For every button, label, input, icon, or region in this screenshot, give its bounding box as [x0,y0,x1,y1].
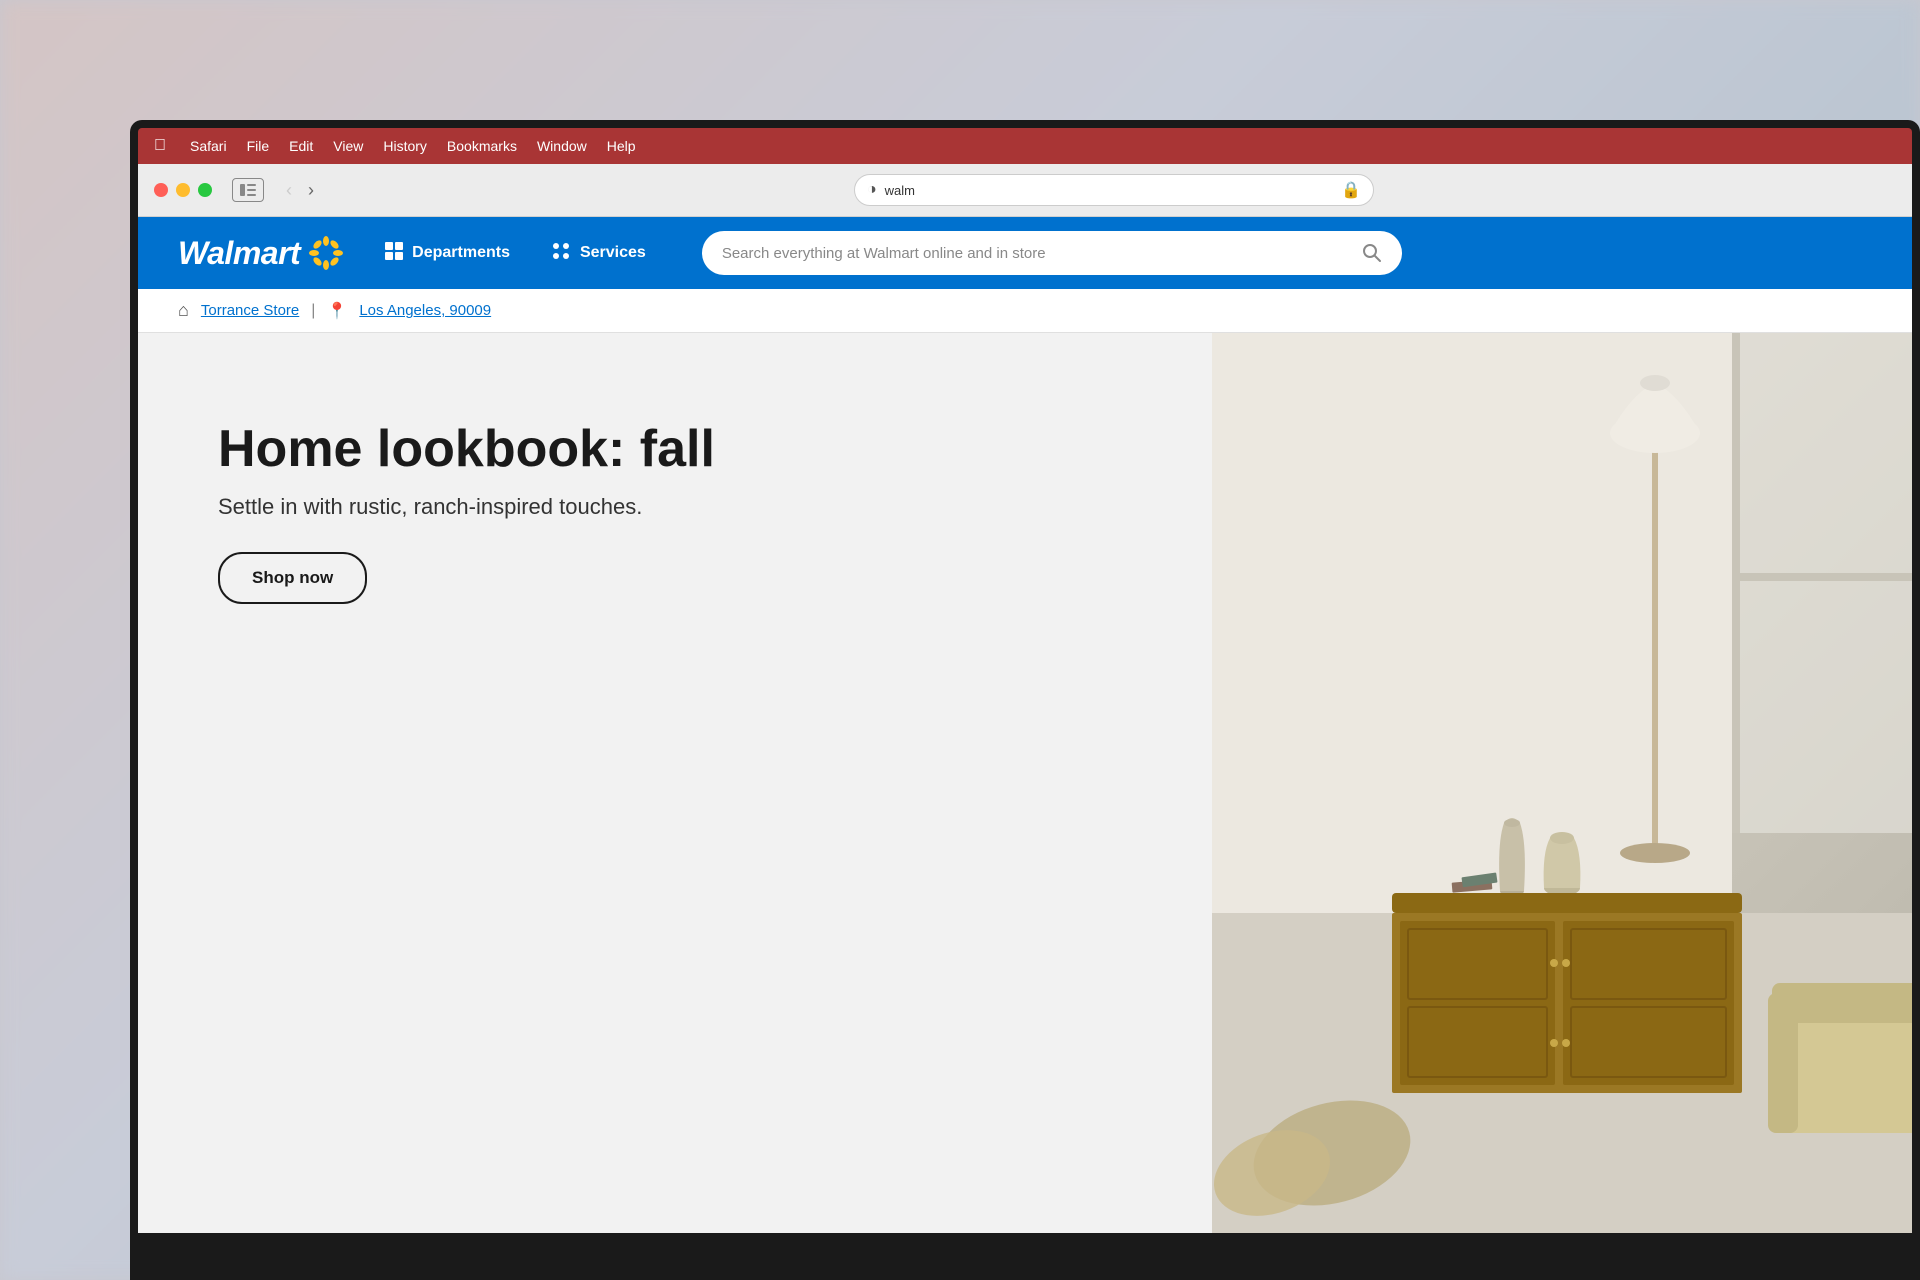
laptop-frame:  Safari File Edit View History Bookmark… [130,120,1920,1280]
walmart-spark-icon [308,235,344,271]
address-bar-area: ◑ walm 🔒 [332,174,1896,206]
minimize-button[interactable] [176,183,190,197]
pin-icon: 📍 [327,301,347,321]
search-icon [1362,243,1382,263]
departments-nav[interactable]: Departments [384,241,510,266]
back-button[interactable]: ‹ [280,176,298,205]
menu-help[interactable]: Help [607,138,636,154]
main-content: Home lookbook: fall Settle in with rusti… [138,333,1912,1233]
search-bar[interactable]: Search everything at Walmart online and … [702,231,1402,275]
walmart-logo[interactable]: Walmart [178,235,344,272]
departments-label: Departments [412,244,510,262]
traffic-lights [154,183,212,197]
menu-window[interactable]: Window [537,138,587,154]
walmart-logo-text: Walmart [178,235,300,272]
menu-file[interactable]: File [247,138,270,154]
browser-toolbar: ‹ › ◑ walm 🔒 [138,164,1912,216]
departments-icon [384,241,404,266]
hero-image [1212,333,1912,1233]
nav-buttons: ‹ › [280,176,320,205]
search-placeholder: Search everything at Walmart online and … [722,245,1350,262]
services-nav[interactable]: Services [550,240,646,267]
walmart-header: Walmart [138,217,1912,289]
services-icon [550,240,572,267]
store-icon: ⌂ [178,300,189,321]
close-button[interactable] [154,183,168,197]
city-link[interactable]: Los Angeles, 90009 [359,302,491,319]
menu-history[interactable]: History [383,138,427,154]
menu-bookmarks[interactable]: Bookmarks [447,138,517,154]
macos-menubar:  Safari File Edit View History Bookmark… [138,128,1912,164]
menu-safari[interactable]: Safari [190,138,227,154]
apple-logo-icon:  [154,137,166,155]
hero-text-area: Home lookbook: fall Settle in with rusti… [138,381,795,644]
url-text: walm [885,183,915,198]
forward-button[interactable]: › [302,176,320,205]
store-link[interactable]: Torrance Store [201,302,299,319]
hero-furniture-illustration [1212,333,1912,1233]
address-bar[interactable]: ◑ walm 🔒 [854,174,1374,206]
shop-now-button[interactable]: Shop now [218,552,367,604]
hero-title: Home lookbook: fall [218,421,715,478]
location-bar: ⌂ Torrance Store | 📍 Los Angeles, 90009 [138,289,1912,333]
sidebar-toggle-button[interactable] [232,178,264,202]
services-label: Services [580,244,646,262]
menu-edit[interactable]: Edit [289,138,313,154]
menu-view[interactable]: View [333,138,363,154]
hero-subtitle: Settle in with rustic, ranch-inspired to… [218,494,715,520]
maximize-button[interactable] [198,183,212,197]
reader-mode-icon: ◑ [867,181,877,199]
location-separator: | [311,302,315,320]
browser-chrome: ‹ › ◑ walm 🔒 [138,164,1912,217]
lock-icon: 🔒 [1341,180,1361,200]
